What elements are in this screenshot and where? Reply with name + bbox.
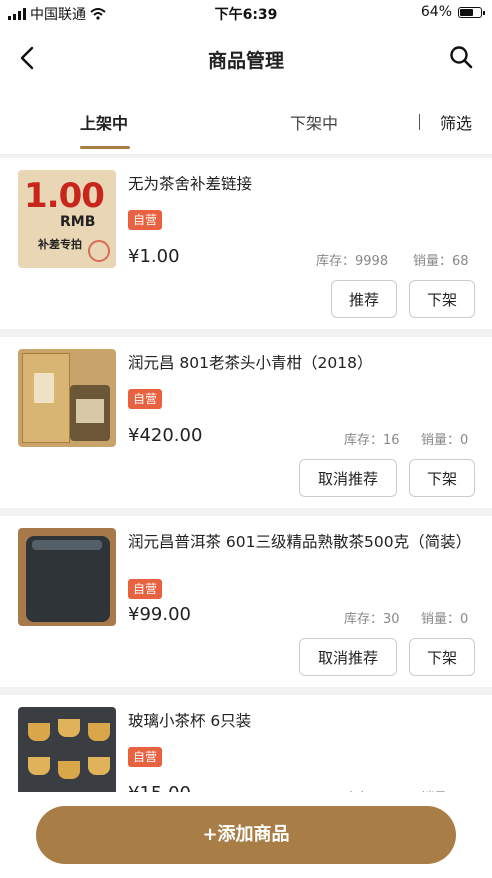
- tab-indicator: [80, 146, 130, 149]
- teacup-shape: [28, 723, 50, 741]
- thumb-rmb-text: RMB: [60, 214, 96, 230]
- product-name: 润元昌普洱茶 601三级精品熟散茶500克（简装）: [128, 533, 472, 551]
- product-name: 玻璃小茶杯 6只装: [128, 712, 252, 730]
- battery-icon: [458, 6, 485, 18]
- product-list: 1.00 RMB 补差专拍 无为茶舍补差链接 自营 ¥1.00 库存：9998 …: [0, 158, 492, 874]
- sales-count: 销量：68: [413, 254, 469, 269]
- self-operated-badge: 自营: [128, 210, 162, 230]
- sales-count: 销量：0: [421, 433, 469, 448]
- sales-count: 销量：0: [421, 612, 469, 627]
- delist-button[interactable]: 下架: [409, 638, 475, 676]
- battery-info: 64%: [420, 4, 485, 20]
- filter-button[interactable]: 筛选: [440, 110, 472, 134]
- status-time: 下午6:39: [214, 7, 278, 23]
- product-price: ¥1.00: [128, 246, 180, 267]
- cancel-recommend-button[interactable]: 取消推荐: [299, 459, 397, 497]
- seal-icon: [88, 240, 110, 262]
- page-title: 商品管理: [207, 50, 284, 72]
- status-bar: 中国联通 下午6:39 64%: [0, 0, 492, 26]
- product-image: [18, 707, 116, 805]
- tab-divider: [419, 114, 420, 130]
- add-product-button[interactable]: +添加商品: [36, 806, 456, 864]
- tea-label-shape: [34, 373, 54, 403]
- delist-button[interactable]: 下架: [409, 459, 475, 497]
- bag-shine-shape: [32, 540, 102, 550]
- product-card[interactable]: 润元昌 801老茶头小青柑（2018） 自营 ¥420.00 库存：16 销量：…: [0, 337, 492, 508]
- stock-count: 库存：16: [344, 433, 400, 448]
- cancel-recommend-button[interactable]: 取消推荐: [299, 638, 397, 676]
- tab-bar: 上架中 下架中 筛选: [0, 90, 492, 155]
- self-operated-badge: 自营: [128, 579, 162, 599]
- product-price: ¥99.00: [128, 604, 191, 625]
- battery-percent: 64%: [420, 4, 452, 20]
- nav-bar: 商品管理: [0, 26, 492, 90]
- stock-count: 库存：30: [344, 612, 400, 627]
- thumb-price-text: 1.00: [24, 176, 105, 216]
- self-operated-badge: 自营: [128, 747, 162, 767]
- product-image: [18, 349, 116, 447]
- tab-off-shelf[interactable]: 下架中: [290, 110, 338, 134]
- product-image: 1.00 RMB 补差专拍: [18, 170, 116, 268]
- delist-button[interactable]: 下架: [409, 280, 475, 318]
- teacup-shape: [88, 723, 110, 741]
- product-image: [18, 528, 116, 626]
- tab-on-shelf[interactable]: 上架中: [80, 110, 128, 134]
- teacup-shape: [88, 757, 110, 775]
- product-card[interactable]: 润元昌普洱茶 601三级精品熟散茶500克（简装） 自营 ¥99.00 库存：3…: [0, 516, 492, 687]
- stock-count: 库存：9998: [316, 254, 389, 269]
- product-price: ¥420.00: [128, 425, 203, 446]
- product-name: 润元昌 801老茶头小青柑（2018）: [128, 354, 373, 372]
- product-name: 无为茶舍补差链接: [128, 175, 253, 193]
- search-icon[interactable]: [448, 44, 474, 70]
- teacup-shape: [58, 761, 80, 779]
- teacup-shape: [58, 719, 80, 737]
- product-card[interactable]: 1.00 RMB 补差专拍 无为茶舍补差链接 自营 ¥1.00 库存：9998 …: [0, 158, 492, 329]
- self-operated-badge: 自营: [128, 389, 162, 409]
- recommend-button[interactable]: 推荐: [331, 280, 397, 318]
- thumb-sub-text: 补差专拍: [38, 238, 82, 251]
- tea-tin-label: [76, 399, 104, 423]
- teacup-shape: [28, 757, 50, 775]
